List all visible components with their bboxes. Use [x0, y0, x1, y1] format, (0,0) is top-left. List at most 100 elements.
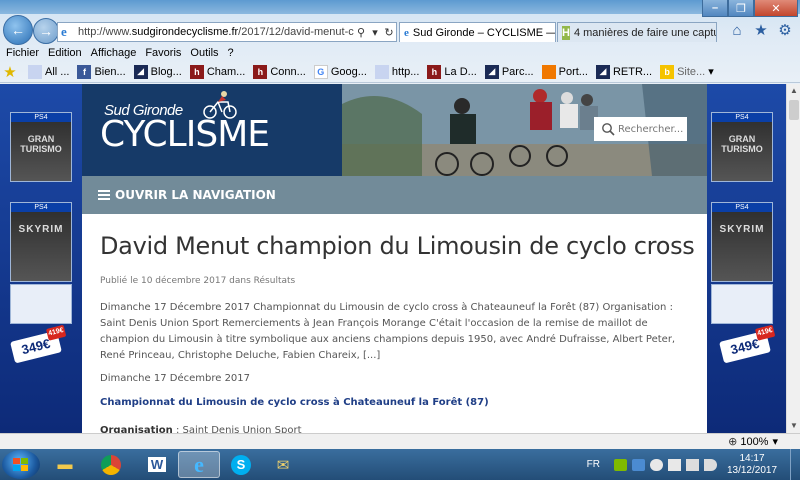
favorites-bar: ★ All ... f Bien... ◢ Blog... h Cham... h Co… [0, 61, 800, 83]
scroll-up-icon[interactable]: ▲ [787, 84, 800, 98]
skype-icon: S [231, 454, 251, 475]
menu-outils[interactable]: Outils [190, 47, 218, 59]
taskbar-chrome[interactable] [90, 451, 132, 478]
tray-app-icon[interactable] [614, 458, 627, 471]
taskbar-skype[interactable]: S [220, 451, 262, 478]
parc-icon: ◢ [133, 64, 148, 79]
volume-icon[interactable] [704, 458, 717, 471]
article-title[interactable]: David Menut champion du Limousin de cycl… [100, 232, 695, 260]
ad-game-box[interactable]: PS4 SKYRIM [10, 202, 72, 282]
parc-icon: ◢ [484, 64, 499, 79]
browser-tools: ⌂ ★ ⚙ [728, 22, 794, 40]
dropdown-icon[interactable]: ▾ [368, 26, 382, 39]
tab-capture[interactable]: H 4 manières de faire une captur... [557, 22, 717, 42]
ad-game-box[interactable]: PS4 GRAN TURISMO [10, 112, 72, 182]
menu-help[interactable]: ? [228, 47, 234, 59]
home-icon[interactable]: ⌂ [728, 22, 746, 40]
favorite-item[interactable]: Port... [541, 64, 588, 79]
system-tray: FR 14:17 13/12/2017 [587, 449, 800, 480]
site-logo[interactable]: Sud Gironde CYCLISME [82, 84, 274, 176]
ad-console-box[interactable] [10, 284, 72, 324]
search-icon[interactable]: ⚲ [354, 26, 368, 39]
taskbar-word[interactable]: W [136, 451, 178, 478]
menu-favoris[interactable]: Favoris [145, 47, 181, 59]
gear-icon[interactable]: ⚙ [776, 22, 794, 40]
article-meta: Publié le 10 décembre 2017 dans Résultat… [100, 276, 296, 286]
star-icon[interactable]: ★ [752, 22, 770, 40]
page-icon [374, 64, 389, 79]
vertical-scrollbar[interactable]: ▲ ▼ [786, 84, 800, 433]
hamburger-icon [98, 188, 110, 202]
h-icon: h [427, 64, 442, 79]
cyclist-icon [203, 91, 237, 119]
menu-edition[interactable]: Edition [48, 47, 82, 59]
word-icon: W [147, 457, 167, 472]
article-date: Dimanche 17 Décembre 2017 [100, 373, 251, 384]
address-bar[interactable]: e http://www.sudgirondecyclisme.fr/2017/… [57, 22, 397, 42]
favorite-item[interactable]: G Goog... [313, 64, 367, 79]
language-indicator[interactable]: FR [587, 459, 600, 470]
refresh-icon[interactable]: ↻ [382, 26, 396, 39]
taskbar-ie[interactable]: e [178, 451, 220, 478]
h-icon: h [253, 64, 268, 79]
network-icon[interactable] [686, 458, 699, 471]
facebook-icon: f [77, 64, 92, 79]
article-excerpt: Dimanche 17 Décembre 2017 Championnat du… [100, 302, 676, 361]
organisation-line: Organisation : Saint Denis Union Sport [100, 425, 302, 433]
status-bar: ⊕ 100% ▾ [0, 433, 800, 449]
scrollbar-thumb[interactable] [789, 100, 799, 120]
show-desktop-button[interactable] [790, 449, 800, 480]
search-icon[interactable] [601, 122, 615, 136]
minimize-button[interactable]: – [702, 0, 728, 17]
tray-app-icon[interactable] [632, 458, 645, 471]
forward-button[interactable]: → [33, 18, 59, 44]
tray-app-icon[interactable] [650, 458, 663, 471]
ad-game-box[interactable]: PS4 GRAN TURISMO [711, 112, 773, 182]
bing-icon: b [660, 64, 675, 79]
ie-tab-icon: e [404, 26, 409, 39]
dropdown-icon[interactable]: ▾ [708, 65, 714, 78]
favorite-item[interactable]: ◢ RETR... [595, 64, 652, 79]
clock[interactable]: 14:17 13/12/2017 [722, 453, 782, 477]
favorite-item[interactable]: h La D... [427, 64, 477, 79]
ad-banner-left[interactable]: PS4 GRAN TURISMO PS4 SKYRIM 349€ 419€ [0, 84, 82, 433]
zoom-control[interactable]: ⊕ 100% ▾ [728, 435, 778, 449]
zoom-icon: ⊕ [728, 436, 738, 448]
favorite-item[interactable]: b Site... ▾ [660, 64, 714, 79]
open-navigation-button[interactable]: OUVRIR LA NAVIGATION [82, 176, 707, 214]
taskbar-explorer[interactable]: ▬ [44, 451, 86, 478]
taskbar-app[interactable]: ✉ [262, 451, 304, 478]
google-icon: G [313, 64, 328, 79]
menu-bar: Fichier Edition Affichage Favoris Outils… [0, 44, 800, 61]
scroll-down-icon[interactable]: ▼ [787, 419, 800, 433]
flag-icon[interactable] [668, 458, 681, 471]
favorite-item[interactable]: f Bien... [77, 64, 126, 79]
close-button[interactable]: ✕ [754, 0, 798, 17]
start-button[interactable] [2, 450, 40, 479]
back-button[interactable]: ← [3, 15, 33, 45]
category-link[interactable]: Résultats [254, 276, 296, 286]
mail-icon: ✉ [276, 456, 290, 474]
favorite-item[interactable]: h Cham... [189, 64, 245, 79]
tab-sud-gironde[interactable]: e Sud Gironde – CYCLISME —... ✕ [399, 22, 556, 42]
ad-console-box[interactable] [711, 284, 773, 324]
taskbar: ▬ W e S ✉ FR 14:17 13/12/2017 [0, 449, 800, 480]
favorite-item[interactable]: ◢ Parc... [484, 64, 534, 79]
favorites-star[interactable]: ★ [3, 63, 20, 81]
article: David Menut champion du Limousin de cycl… [100, 232, 695, 433]
add-favorite-icon: ★ [3, 63, 17, 81]
favorite-item[interactable]: All ... [28, 64, 69, 79]
ad-game-box[interactable]: PS4 SKYRIM [711, 202, 773, 282]
address-url[interactable]: http://www.sudgirondecyclisme.fr/2017/12… [78, 26, 354, 38]
wikihow-icon: H [562, 25, 570, 40]
ad-banner-right[interactable]: PS4 GRAN TURISMO PS4 SKYRIM 349€ 419€ [707, 84, 786, 433]
favorite-item[interactable]: ◢ Blog... [133, 64, 182, 79]
windows-logo-icon [13, 458, 28, 471]
championship-link[interactable]: Championnat du Limousin de cyclo cross à… [100, 397, 690, 408]
favorite-item[interactable]: http... [374, 64, 419, 79]
maximize-button[interactable]: ❐ [728, 0, 754, 17]
menu-affichage[interactable]: Affichage [91, 47, 137, 59]
window-controls: – ❐ ✕ [702, 0, 798, 17]
favorite-item[interactable]: h Conn... [253, 64, 306, 79]
menu-fichier[interactable]: Fichier [6, 47, 39, 59]
